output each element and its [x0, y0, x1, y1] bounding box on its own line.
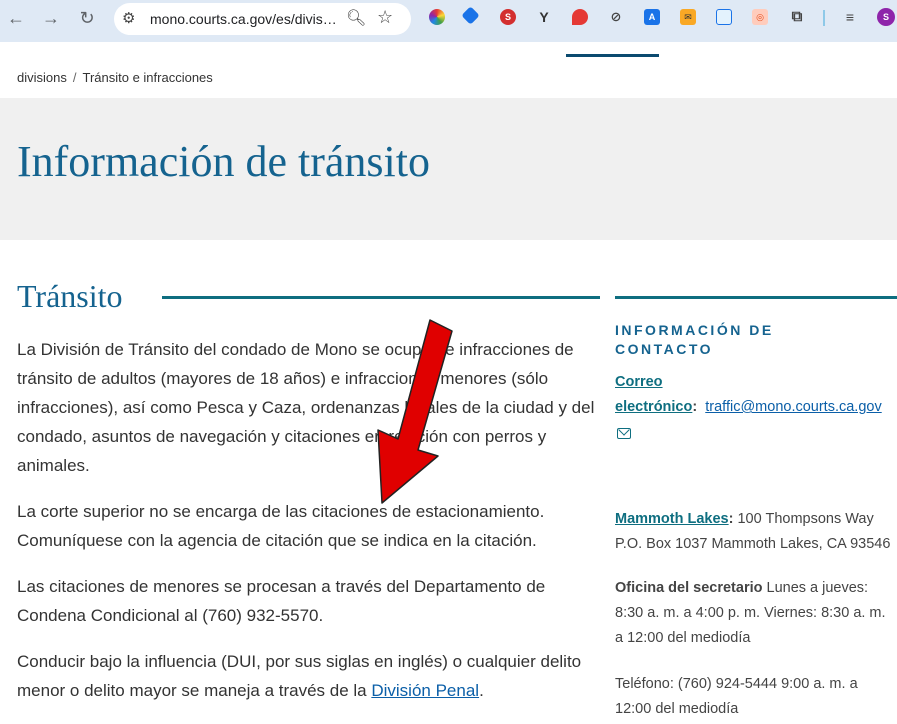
puzzle-icon[interactable]: ⧉: [789, 9, 805, 25]
translate-ext-icon[interactable]: A: [644, 9, 660, 25]
phone-block: Teléfono: (760) 924-5444 9:00 a. m. a 12…: [615, 672, 897, 722]
section-title: Tránsito: [17, 278, 123, 314]
envelope-icon[interactable]: [617, 428, 631, 439]
clerk-hours-block: Oficina del secretario Lunes a jueves: 8…: [615, 576, 897, 651]
zoom-icon[interactable]: 🔍︎: [346, 8, 366, 28]
color-wheel-ext-icon[interactable]: [429, 9, 445, 25]
address-line-2: P.O. Box 1037 Mammoth Lakes, CA 93546: [615, 536, 891, 552]
contact-title: INFORMACIÓN DE CONTACTO: [615, 322, 774, 357]
email-block: Correo electrónico: traffic@mono.courts.…: [615, 370, 897, 420]
tag-ext-icon[interactable]: [461, 6, 480, 25]
dui-text: Conducir bajo la influencia (DUI, por su…: [17, 652, 582, 700]
page-hero: Información de tránsito: [0, 98, 897, 240]
toolbar-divider: [823, 10, 825, 26]
seo-ext-icon[interactable]: S: [500, 9, 516, 25]
y-ext-icon[interactable]: Y: [536, 9, 552, 25]
media-icon[interactable]: ≡: [842, 9, 858, 25]
address-bar[interactable]: ⚙ mono.courts.ca.gov/es/divis… 🔍︎ ☆: [114, 3, 411, 35]
email-link[interactable]: traffic@mono.courts.ca.gov: [705, 399, 881, 415]
email-label-link[interactable]: Correo: [615, 374, 663, 390]
paragraph-parking: La corte superior no se encarga de las c…: [17, 502, 545, 550]
paragraph-juvenile: Las citaciones de menores se procesan a …: [17, 577, 546, 625]
eye-off-ext-icon[interactable]: ⊘: [608, 9, 624, 25]
profile-avatar[interactable]: S: [877, 8, 895, 26]
email-colon: :: [692, 399, 698, 415]
breadcrumb-divisions-link[interactable]: divisions: [17, 70, 67, 85]
site-settings-icon[interactable]: ⚙: [122, 9, 135, 27]
forward-icon[interactable]: →: [40, 7, 62, 29]
active-nav-underline: [566, 54, 659, 57]
reload-icon[interactable]: ↻: [76, 7, 98, 29]
sidebar-divider: [615, 296, 897, 299]
paragraph-traffic-division: La División de Tránsito del condado de M…: [17, 340, 595, 475]
address-line-1: 100 Thompsons Way: [733, 511, 874, 527]
email-label-link-2[interactable]: electrónico: [615, 399, 692, 415]
breadcrumb: divisions / Tránsito e infracciones: [17, 70, 213, 85]
mail-ext-icon[interactable]: ✉: [680, 9, 696, 25]
location-ext-icon[interactable]: [572, 9, 588, 25]
bookmark-star-icon[interactable]: ☆: [377, 7, 393, 28]
clerk-label: Oficina del secretario: [615, 580, 763, 596]
arrow-shape: [377, 319, 453, 504]
breadcrumb-separator: /: [72, 70, 77, 85]
location-block: Mammoth Lakes: 100 Thompsons Way P.O. Bo…: [615, 507, 897, 557]
criminal-division-link[interactable]: División Penal: [371, 681, 479, 700]
section-divider: [162, 296, 600, 299]
mammoth-lakes-link[interactable]: Mammoth Lakes: [615, 511, 729, 527]
page-title: Información de tránsito: [17, 137, 430, 186]
main-content: La División de Tránsito del condado de M…: [17, 335, 602, 722]
dui-period: .: [479, 681, 484, 700]
browser-toolbar: ← → ↻ ⚙ mono.courts.ca.gov/es/divis… 🔍︎ …: [0, 0, 897, 42]
url-text[interactable]: mono.courts.ca.gov/es/divis…: [150, 11, 340, 27]
breadcrumb-current: Tránsito e infracciones: [82, 70, 213, 85]
back-icon[interactable]: ←: [5, 7, 27, 29]
window-ext-icon[interactable]: [716, 9, 732, 25]
phone-text: Teléfono: (760) 924-5444 9:00 a. m. a 12…: [615, 676, 858, 717]
paragraph-dui: Conducir bajo la influencia (DUI, por su…: [17, 647, 602, 705]
shot-ext-icon[interactable]: ◎: [752, 9, 768, 25]
red-arrow-annotation: [377, 319, 453, 504]
